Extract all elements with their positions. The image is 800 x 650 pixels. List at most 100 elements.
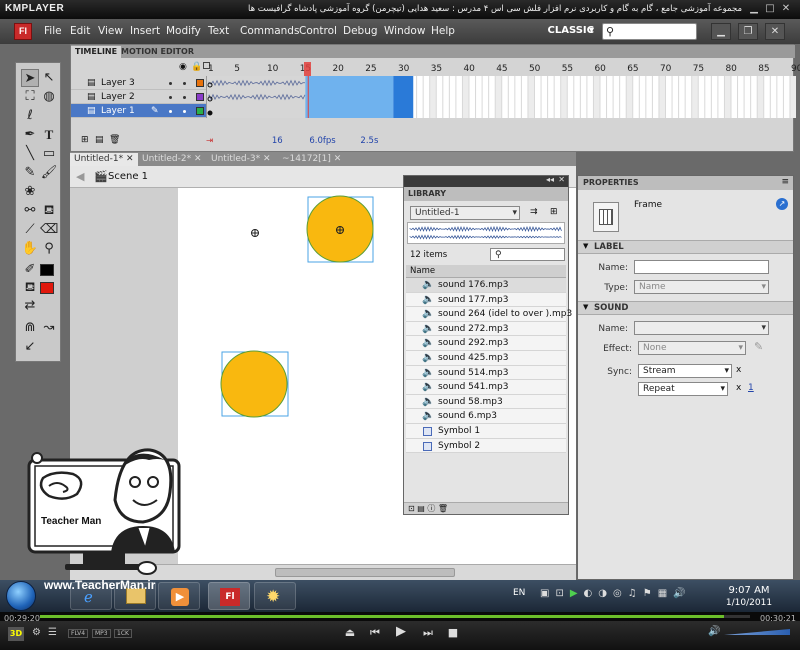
close-tab-icon[interactable]: ✕ (126, 154, 134, 164)
taskbar-settings[interactable]: ✹ (254, 582, 296, 610)
scroll-thumb[interactable] (275, 568, 455, 577)
layer-outline-color[interactable] (196, 93, 204, 101)
close-icon[interactable]: ✕ (780, 3, 792, 15)
repeat-select[interactable]: Repeat ▾ (638, 382, 728, 396)
tray-icon[interactable]: ◐ (584, 588, 599, 599)
window-restore-button[interactable]: ❐ (738, 23, 758, 40)
clock-time[interactable]: 9:07 AM (720, 585, 778, 596)
library-item[interactable]: 🔈 sound 541.mp3 (406, 380, 566, 395)
library-item[interactable]: 🔈 sound 58.mp3 (406, 394, 566, 410)
menu-file[interactable]: File (44, 25, 62, 37)
pen-tool-icon[interactable]: ✒ (21, 126, 39, 144)
taskbar-media-player[interactable]: ▶ (158, 582, 200, 610)
smooth-icon[interactable]: ↝ (40, 319, 58, 337)
menu-window[interactable]: Window (384, 25, 425, 37)
pencil-tool-icon[interactable]: ✎ (21, 164, 39, 182)
library-item[interactable]: Symbol 2 (406, 438, 566, 454)
library-search-input[interactable]: ⚲ (490, 248, 565, 261)
visibility-dot[interactable] (169, 82, 172, 85)
volume-icon[interactable]: 🔊 (708, 626, 720, 637)
stroke-color-swatch[interactable] (40, 264, 54, 276)
line-tool-icon[interactable]: ╲ (21, 145, 39, 163)
scene-name[interactable]: Scene 1 (108, 171, 148, 182)
sync-select[interactable]: Stream ▾ (638, 364, 732, 378)
tab-timeline[interactable]: TIMELINE (71, 46, 122, 58)
selection-tool-icon[interactable]: ➤ (21, 69, 39, 87)
new-folder-icon[interactable]: ▤ (417, 504, 425, 513)
pin-library-icon[interactable]: ⇉ (530, 207, 538, 217)
effect-select[interactable]: None ▾ (638, 341, 746, 355)
deco-tool-icon[interactable]: ❀ (21, 183, 39, 201)
menu-insert[interactable]: Insert (130, 25, 160, 37)
tray-icon[interactable]: ▦ (658, 588, 673, 599)
window-minimize-button[interactable]: ▁ (711, 23, 731, 40)
library-item[interactable]: 🔈 sound 176.mp3 (406, 278, 566, 293)
3d-rotation-tool-icon[interactable]: ◍ (40, 88, 58, 106)
swap-colors-icon[interactable]: ⇄ (21, 297, 39, 315)
tray-icon[interactable]: ◑ (598, 588, 613, 599)
tab-untitled-1[interactable]: Untitled-1* ✕ (70, 153, 138, 166)
start-button[interactable] (6, 581, 36, 611)
delete-icon[interactable]: 🗑 (438, 504, 448, 513)
visibility-dot[interactable] (183, 82, 186, 85)
visibility-dot[interactable] (169, 110, 172, 113)
close-tab-icon[interactable]: ✕ (334, 154, 342, 164)
menu-control[interactable]: Control (299, 25, 337, 37)
tray-icon[interactable]: 🔊 (673, 588, 691, 599)
taskbar-flash[interactable]: Fl (208, 582, 250, 610)
close-tab-icon[interactable]: ✕ (263, 154, 271, 164)
lasso-tool-icon[interactable]: ℓ (21, 107, 39, 125)
panel-menu-icon[interactable]: ≡ (781, 177, 789, 187)
brush-tool-icon[interactable]: 🖌 (40, 164, 58, 182)
text-tool-icon[interactable]: T (40, 126, 58, 144)
layer-row[interactable]: ▤ Layer 3 (71, 76, 206, 90)
hand-tool-icon[interactable]: ✋ (21, 240, 39, 258)
menu-view[interactable]: View (98, 25, 123, 37)
properties-icon[interactable]: ⓘ (427, 504, 435, 513)
rectangle-tool-icon[interactable]: ▭ (40, 145, 58, 163)
delete-layer-icon[interactable]: 🗑 (109, 135, 120, 145)
eject-icon[interactable]: ⏏ (343, 626, 357, 639)
3d-mode-button[interactable]: 3D (8, 627, 24, 641)
menu-commands[interactable]: Commands (240, 25, 299, 37)
back-arrow-icon[interactable]: ◀ (76, 170, 84, 183)
minimize-icon[interactable]: ▁ (748, 3, 760, 15)
maximize-icon[interactable]: □ (764, 3, 776, 15)
play-icon[interactable]: ▶ (394, 624, 408, 639)
library-document-select[interactable]: Untitled-1 ▾ (410, 206, 520, 220)
elapsed-seconds[interactable]: 2.5 (360, 136, 374, 146)
clock-date[interactable]: 1/10/2011 (720, 598, 778, 608)
next-icon[interactable]: ⏭ (421, 626, 435, 640)
menu-edit[interactable]: Edit (70, 25, 90, 37)
tab-temp-file[interactable]: ~14172[1] ✕ (278, 153, 345, 166)
sound-section[interactable]: SOUND (578, 301, 793, 315)
help-icon[interactable]: ↗ (776, 198, 788, 210)
layer-row[interactable]: ▤ Layer 1 ✎ (71, 104, 206, 118)
frame-ruler[interactable]: 151015202530354045505560657075808590 (206, 45, 800, 76)
layer-outline-color[interactable] (196, 79, 204, 87)
library-item[interactable]: 🔈 sound 425.mp3 (406, 351, 566, 366)
free-transform-tool-icon[interactable]: ⛶ (21, 88, 39, 106)
snap-to-objects-icon[interactable]: ⋒ (21, 319, 39, 337)
menu-modify[interactable]: Modify (166, 25, 201, 37)
close-tab-icon[interactable]: ✕ (194, 154, 202, 164)
edit-envelope-icon[interactable]: ✎ (754, 340, 763, 353)
tray-icon[interactable]: ⊡ (555, 588, 569, 599)
menu-help[interactable]: Help (431, 25, 455, 37)
zoom-tool-icon[interactable]: ⚲ (40, 240, 58, 258)
collapse-icon[interactable]: ◂◂ (546, 175, 554, 184)
window-close-button[interactable]: ✕ (765, 23, 785, 40)
visibility-dot[interactable] (183, 110, 186, 113)
tab-untitled-3[interactable]: Untitled-3* ✕ (207, 153, 275, 166)
sound-name-select[interactable]: ▾ (634, 321, 769, 335)
library-item[interactable]: Symbol 1 (406, 424, 566, 439)
new-library-panel-icon[interactable]: ⊞ (550, 207, 558, 217)
library-column-header[interactable]: Name (406, 265, 566, 278)
library-item[interactable]: 🔈 sound 514.mp3 (406, 365, 566, 381)
tray-icon[interactable]: ♫ (628, 588, 643, 599)
frames-grid[interactable] (206, 76, 797, 118)
library-item[interactable]: 🔈 sound 272.mp3 (406, 321, 566, 337)
eye-icon[interactable]: ◉ (179, 62, 187, 72)
playhead[interactable] (304, 62, 312, 76)
new-layer-icon[interactable]: ⊞ (81, 135, 89, 145)
